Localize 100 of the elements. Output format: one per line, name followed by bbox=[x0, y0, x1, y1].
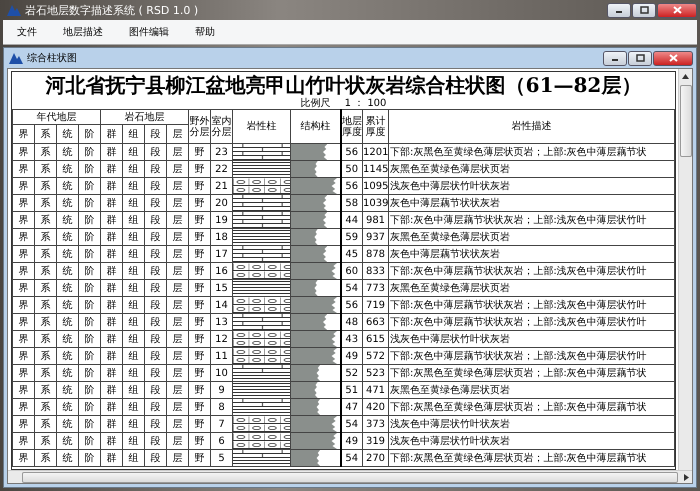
table-cell: 群 bbox=[100, 160, 122, 178]
table-cell: 界 bbox=[12, 382, 34, 398]
table-cell: 48 bbox=[340, 314, 362, 330]
table-cell: 组 bbox=[122, 330, 144, 348]
table-cell: 界 bbox=[12, 450, 34, 466]
lithology-pattern bbox=[234, 450, 290, 466]
table-cell: 系 bbox=[34, 296, 56, 314]
table-cell: 野 bbox=[188, 348, 210, 364]
table-cell: 59 bbox=[340, 228, 362, 246]
lithology-pattern bbox=[234, 280, 290, 296]
lithology-pattern bbox=[234, 212, 290, 228]
lithology-pattern bbox=[234, 178, 290, 194]
table-cell: 51 bbox=[340, 382, 362, 398]
table-cell: 层 bbox=[166, 262, 188, 280]
table-cell: 野 bbox=[188, 280, 210, 296]
app-logo-icon bbox=[9, 52, 23, 64]
table-cell: 组 bbox=[122, 416, 144, 432]
table-cell: 层 bbox=[166, 228, 188, 246]
table-cell: 层 bbox=[166, 280, 188, 296]
table-cell: 50 bbox=[340, 160, 362, 178]
table-cell: 统 bbox=[56, 228, 78, 246]
maximize-button[interactable] bbox=[628, 50, 652, 66]
structure-drawing bbox=[292, 382, 318, 398]
table-cell: 44 bbox=[340, 212, 362, 228]
minimize-button[interactable] bbox=[603, 50, 627, 66]
table-cell: 组 bbox=[122, 280, 144, 296]
table-cell: 373 bbox=[362, 416, 388, 432]
table-cell: 系 bbox=[34, 262, 56, 280]
maximize-button[interactable] bbox=[632, 2, 656, 18]
table-cell: 49 bbox=[340, 432, 362, 450]
table-cell: 719 bbox=[362, 296, 388, 314]
table-cell: 阶 bbox=[78, 262, 100, 280]
table-cell: 系 bbox=[34, 382, 56, 398]
table-cell: 界 bbox=[12, 262, 34, 280]
table-cell: 270 bbox=[362, 450, 388, 466]
structure-drawing bbox=[292, 196, 328, 210]
table-cell: 界 bbox=[12, 416, 34, 432]
table-cell: 56 bbox=[340, 178, 362, 194]
table-cell: 段 bbox=[144, 330, 166, 348]
structure-drawing bbox=[292, 298, 338, 312]
table-cell: 组 bbox=[122, 246, 144, 262]
table-cell: 段 bbox=[144, 382, 166, 398]
lithology-pattern bbox=[234, 246, 290, 262]
horizontal-scrollbar[interactable] bbox=[8, 470, 692, 483]
lithology-pattern bbox=[234, 298, 290, 312]
column-header: 系 bbox=[34, 124, 56, 144]
scroll-thumb[interactable] bbox=[22, 472, 678, 482]
column-header: 阶 bbox=[78, 124, 100, 144]
table-cell: 43 bbox=[340, 330, 362, 348]
menu-item[interactable]: 图件编辑 bbox=[129, 25, 169, 39]
table-cell: 阶 bbox=[78, 144, 100, 160]
table-cell: 段 bbox=[144, 160, 166, 178]
table-cell: 58 bbox=[340, 194, 362, 212]
table-cell: 界 bbox=[12, 314, 34, 330]
table-cell: 界 bbox=[12, 432, 34, 450]
table-cell: 群 bbox=[100, 280, 122, 296]
table-cell: 阶 bbox=[78, 212, 100, 228]
lithology-pattern bbox=[234, 348, 290, 364]
table-cell: 群 bbox=[100, 194, 122, 212]
table-cell: 界 bbox=[12, 330, 34, 348]
table-cell: 下部:灰色中薄层藕节状状灰岩；上部:浅灰色中薄层状竹叶 bbox=[388, 296, 674, 314]
table-cell: 野 bbox=[188, 314, 210, 330]
table-cell: 界 bbox=[12, 246, 34, 262]
scroll-thumb[interactable] bbox=[680, 85, 692, 157]
table-cell: 段 bbox=[144, 194, 166, 212]
table-cell: 系 bbox=[34, 314, 56, 330]
structure-drawing bbox=[292, 314, 328, 330]
table-cell: 系 bbox=[34, 280, 56, 296]
table-cell: 层 bbox=[166, 416, 188, 432]
close-icon bbox=[668, 54, 678, 62]
table-cell: 群 bbox=[100, 432, 122, 450]
lithology-pattern bbox=[234, 264, 290, 278]
table-cell: 60 bbox=[340, 262, 362, 280]
menu-item[interactable]: 地层描述 bbox=[63, 25, 103, 39]
table-cell: 下部:灰色中薄层藕节状状灰岩；上部:浅灰色中薄层状竹叶 bbox=[388, 212, 674, 228]
table-cell: 系 bbox=[34, 364, 56, 382]
lithology-pattern bbox=[234, 144, 290, 160]
table-cell: 野 bbox=[188, 194, 210, 212]
table-cell: 阶 bbox=[78, 194, 100, 212]
table-cell: 组 bbox=[122, 228, 144, 246]
structure-drawing bbox=[292, 230, 318, 244]
table-cell: 系 bbox=[34, 432, 56, 450]
table-cell: 群 bbox=[100, 314, 122, 330]
table-cell: 下部:灰黑色至黄绿色薄层状页岩；上部:灰色中薄层藕节状 bbox=[388, 144, 674, 160]
table-cell: 界 bbox=[12, 194, 34, 212]
table-cell: 层 bbox=[166, 364, 188, 382]
vertical-scrollbar[interactable] bbox=[678, 69, 692, 470]
table-cell: 组 bbox=[122, 398, 144, 416]
table-cell: 组 bbox=[122, 450, 144, 466]
table-cell: 组 bbox=[122, 194, 144, 212]
menu-item[interactable]: 帮助 bbox=[195, 25, 215, 39]
close-button[interactable] bbox=[657, 2, 697, 18]
minimize-button[interactable] bbox=[607, 2, 631, 18]
menu-item[interactable]: 文件 bbox=[17, 25, 37, 39]
table-cell: 系 bbox=[34, 178, 56, 194]
close-button[interactable] bbox=[653, 50, 693, 66]
table-cell: 系 bbox=[34, 450, 56, 466]
table-cell: 阶 bbox=[78, 228, 100, 246]
table-cell: 野 bbox=[188, 432, 210, 450]
table-cell: 系 bbox=[34, 228, 56, 246]
